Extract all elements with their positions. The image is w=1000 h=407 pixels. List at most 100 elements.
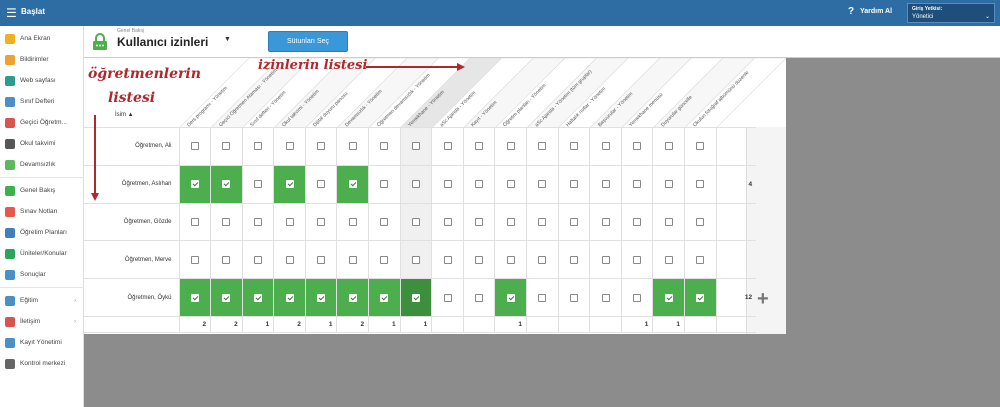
permission-cell[interactable] <box>620 202 654 242</box>
permission-checkbox[interactable] <box>696 293 705 302</box>
permission-cell[interactable] <box>304 240 338 280</box>
sidebar-item[interactable]: Eğitim › <box>0 291 84 311</box>
permission-checkbox[interactable] <box>285 255 294 264</box>
permission-checkbox[interactable] <box>253 293 262 302</box>
permission-cell[interactable] <box>336 164 370 204</box>
permission-checkbox[interactable] <box>380 142 389 151</box>
permission-cell[interactable] <box>368 240 401 280</box>
permission-cell[interactable] <box>178 164 212 204</box>
permission-cell[interactable] <box>336 202 370 242</box>
permission-cell[interactable] <box>589 202 622 242</box>
permission-cell[interactable] <box>368 127 401 166</box>
permission-checkbox[interactable] <box>538 217 547 226</box>
permission-checkbox[interactable] <box>380 217 389 226</box>
permission-checkbox[interactable] <box>348 142 357 151</box>
permission-cell[interactable] <box>462 127 496 166</box>
sidebar-item[interactable]: Bildirimler <box>0 50 84 70</box>
permission-checkbox[interactable] <box>190 217 199 226</box>
permission-checkbox[interactable] <box>285 293 294 302</box>
permission-checkbox[interactable] <box>411 142 420 151</box>
permission-cell[interactable] <box>273 278 306 317</box>
permission-checkbox[interactable] <box>569 255 578 264</box>
sidebar-item[interactable]: Genel Bakış <box>0 181 84 201</box>
permission-cell[interactable] <box>241 202 275 242</box>
permission-cell[interactable] <box>526 164 559 204</box>
permission-checkbox[interactable] <box>222 217 231 226</box>
permission-checkbox[interactable] <box>633 255 642 264</box>
permission-checkbox[interactable] <box>664 217 673 226</box>
sidebar-item[interactable]: Öğretim Planları <box>0 223 84 243</box>
permission-checkbox[interactable] <box>317 180 326 189</box>
permission-cell[interactable] <box>431 278 464 317</box>
permission-cell[interactable] <box>652 240 685 280</box>
breadcrumb[interactable]: Genel Bakış <box>117 28 144 34</box>
permission-cell[interactable] <box>399 127 433 166</box>
permission-cell[interactable] <box>652 202 685 242</box>
permission-checkbox[interactable] <box>601 293 610 302</box>
sidebar-item[interactable]: Web sayfası <box>0 71 84 91</box>
permission-checkbox[interactable] <box>569 217 578 226</box>
permission-checkbox[interactable] <box>475 255 484 264</box>
permission-cell[interactable] <box>684 202 717 242</box>
permission-checkbox[interactable] <box>538 293 547 302</box>
permission-cell[interactable] <box>684 278 717 317</box>
permission-cell[interactable] <box>178 240 212 280</box>
permission-cell[interactable] <box>399 240 433 280</box>
permission-cell[interactable] <box>399 202 433 242</box>
permission-checkbox[interactable] <box>285 142 294 151</box>
permission-cell[interactable] <box>462 240 496 280</box>
permission-checkbox[interactable] <box>601 142 610 151</box>
permission-cell[interactable] <box>431 127 464 166</box>
permission-checkbox[interactable] <box>443 180 452 189</box>
permission-checkbox[interactable] <box>317 217 326 226</box>
permission-checkbox[interactable] <box>253 255 262 264</box>
permission-checkbox[interactable] <box>285 180 294 189</box>
permission-cell[interactable] <box>273 127 306 166</box>
permission-cell[interactable] <box>178 127 212 166</box>
permission-cell[interactable] <box>241 127 275 166</box>
permission-checkbox[interactable] <box>190 142 199 151</box>
sidebar-item[interactable]: Kontrol merkezi <box>0 354 84 374</box>
permission-cell[interactable] <box>304 127 338 166</box>
permission-cell[interactable] <box>494 278 528 317</box>
permission-checkbox[interactable] <box>380 255 389 264</box>
permission-cell[interactable] <box>273 240 306 280</box>
permission-cell[interactable] <box>494 240 528 280</box>
permission-cell[interactable] <box>241 164 275 204</box>
permission-checkbox[interactable] <box>253 180 262 189</box>
permission-cell[interactable] <box>620 164 654 204</box>
permission-checkbox[interactable] <box>348 217 357 226</box>
permission-cell[interactable] <box>336 240 370 280</box>
permission-cell[interactable] <box>210 164 243 204</box>
permission-checkbox[interactable] <box>190 255 199 264</box>
permission-checkbox[interactable] <box>317 293 326 302</box>
permission-checkbox[interactable] <box>348 255 357 264</box>
permission-cell[interactable] <box>210 278 243 317</box>
permission-checkbox[interactable] <box>664 293 673 302</box>
permission-cell[interactable] <box>431 240 464 280</box>
help-link[interactable]: Yardım Al <box>860 8 892 15</box>
permission-checkbox[interactable] <box>506 142 515 151</box>
permission-checkbox[interactable] <box>411 217 420 226</box>
permission-cell[interactable] <box>589 164 622 204</box>
sidebar-item[interactable]: Sonuçlar <box>0 265 84 285</box>
name-column-header[interactable]: İsim ▲ <box>115 112 134 118</box>
permission-cell[interactable] <box>557 164 591 204</box>
permission-cell[interactable] <box>684 127 717 166</box>
teacher-name[interactable]: Öğretmen, Öykü <box>84 278 180 317</box>
permission-checkbox[interactable] <box>601 180 610 189</box>
permission-checkbox[interactable] <box>190 293 199 302</box>
permission-cell[interactable] <box>462 164 496 204</box>
permission-cell[interactable] <box>589 127 622 166</box>
permission-cell[interactable] <box>273 202 306 242</box>
sidebar-item[interactable]: Okul takvimi <box>0 134 84 154</box>
permission-cell[interactable] <box>620 240 654 280</box>
sidebar-item[interactable]: Sınav Notları <box>0 202 84 222</box>
sidebar-item[interactable]: Ana Ekran <box>0 29 84 49</box>
permission-checkbox[interactable] <box>285 217 294 226</box>
sidebar-item[interactable]: Devamsızlık <box>0 155 84 175</box>
permission-checkbox[interactable] <box>696 255 705 264</box>
permission-cell[interactable] <box>652 127 685 166</box>
permission-cell[interactable] <box>620 127 654 166</box>
permission-cell[interactable] <box>684 240 717 280</box>
